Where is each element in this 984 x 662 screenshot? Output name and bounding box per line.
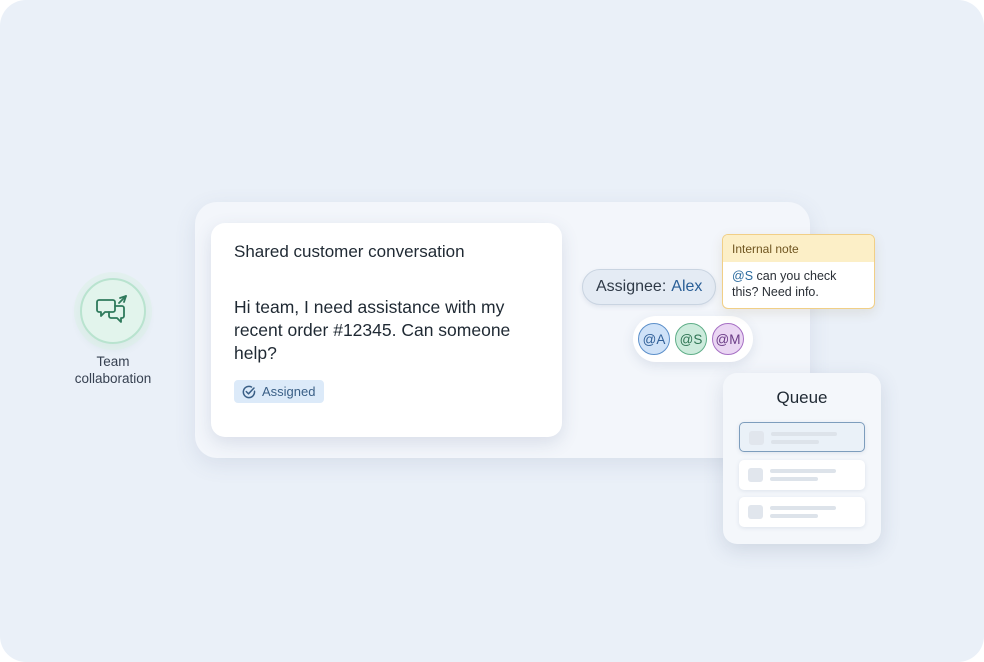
queue-item-line (770, 506, 836, 510)
queue-item-line (770, 469, 836, 473)
mention-avatars: @A @S @M (633, 316, 753, 362)
chat-bubbles-arrow-icon (96, 295, 127, 323)
queue-panel: Queue (723, 373, 881, 544)
feature-label-line1: Team (96, 354, 130, 369)
assigned-badge-label: Assigned (262, 384, 316, 399)
mention-avatar-s[interactable]: @S (675, 323, 707, 355)
check-circle-icon (242, 385, 256, 398)
assignee-label: Assignee: (596, 278, 667, 295)
queue-item-1[interactable] (739, 422, 865, 452)
feature-label-line2: collaboration (74, 371, 152, 386)
queue-item-thumb (748, 468, 763, 482)
internal-note-header: Internal note (723, 235, 874, 262)
queue-item-line (771, 440, 819, 444)
internal-note-body: @S can you check this? Need info. (723, 262, 874, 300)
assigned-badge: Assigned (234, 380, 325, 403)
queue-item-thumb (748, 505, 763, 519)
feature-icon-circle (80, 278, 146, 344)
queue-item-line (770, 477, 818, 481)
mention-avatar-m[interactable]: @M (712, 323, 744, 355)
note-mention-tag: @S (732, 269, 754, 283)
assignee-chip[interactable]: Assignee: Alex (582, 269, 717, 305)
feature-label: Team collaboration (58, 353, 168, 387)
conversation-title: Shared customer conversation (234, 242, 465, 261)
conversation-message: Hi team, I need assistance with my recen… (234, 297, 511, 363)
conversation-card[interactable]: Shared customer conversation Hi team, I … (211, 223, 562, 437)
mention-avatar-a[interactable]: @A (638, 323, 670, 355)
internal-note[interactable]: Internal note @S can you check this? Nee… (722, 234, 875, 309)
queue-item-thumb (749, 431, 764, 445)
queue-item-3[interactable] (739, 497, 865, 527)
queue-item-line (771, 432, 837, 436)
queue-item-2[interactable] (739, 460, 865, 490)
queue-item-line (770, 514, 818, 518)
assignee-name: Alex (671, 278, 703, 295)
canvas: Team collaboration Shared customer conve… (0, 0, 984, 662)
queue-title: Queue (776, 388, 828, 407)
